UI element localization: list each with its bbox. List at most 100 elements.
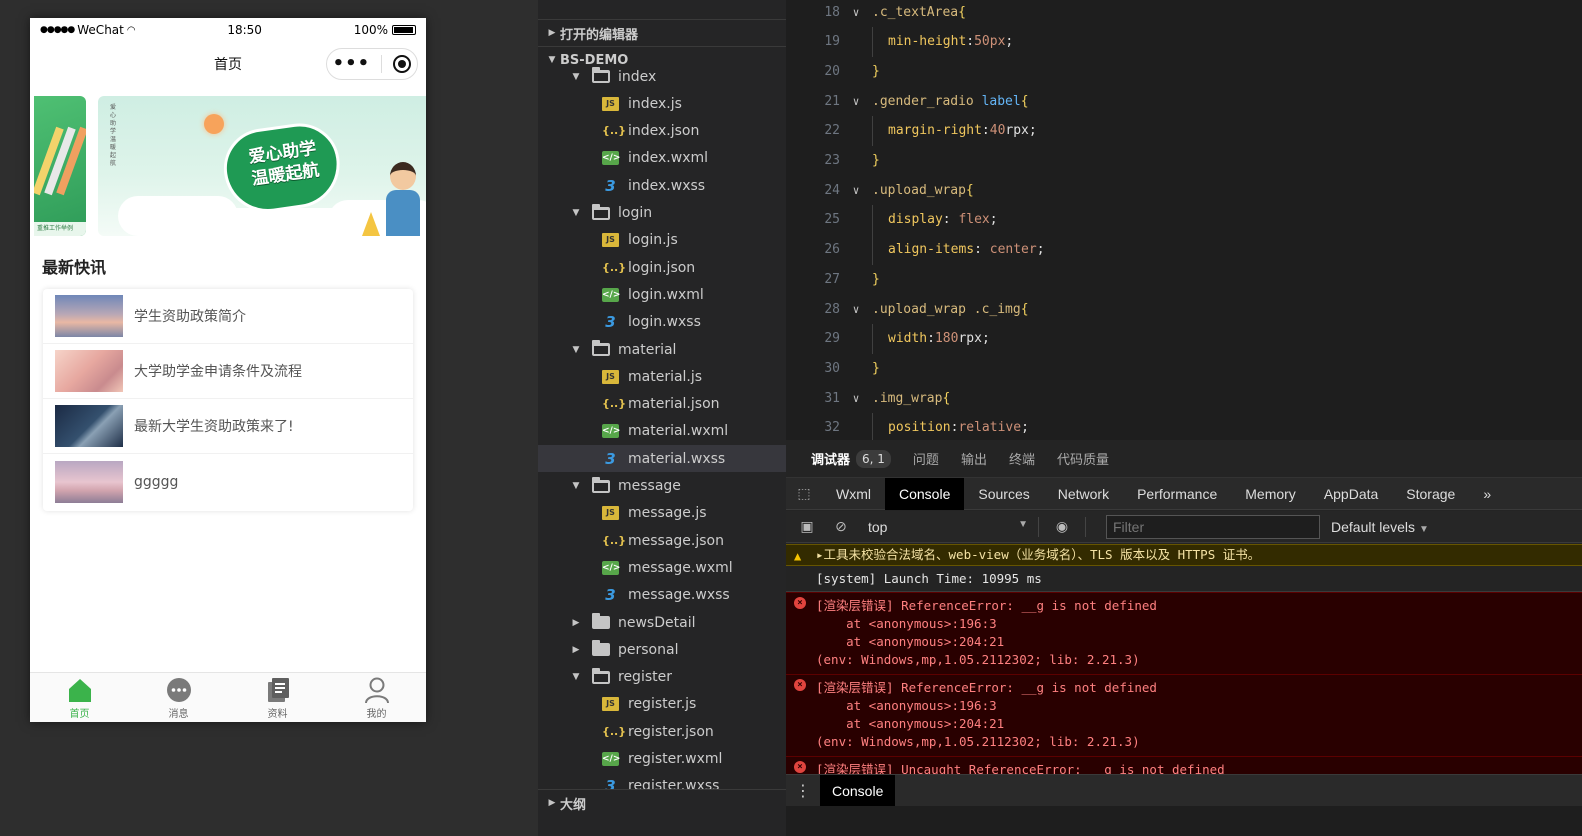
devtools-tab-storage[interactable]: Storage bbox=[1392, 478, 1469, 510]
tab-home[interactable]: 首页 bbox=[30, 673, 129, 722]
code-token: ; bbox=[1028, 123, 1037, 139]
file-item[interactable]: {..} message.json bbox=[538, 527, 786, 554]
folder-item[interactable]: ▼ register bbox=[538, 664, 786, 691]
file-item[interactable]: </> register.wxml bbox=[538, 746, 786, 773]
panel-tab[interactable]: 代码质量 bbox=[1057, 449, 1109, 468]
fold-chevron-icon[interactable]: ∨ bbox=[840, 6, 872, 19]
panel-tab-label: 输出 bbox=[960, 453, 987, 468]
json-file-icon: {..} bbox=[602, 533, 627, 547]
code-line[interactable]: 26 align-items: center; bbox=[786, 234, 1582, 265]
file-item[interactable]: {..} register.json bbox=[538, 718, 786, 745]
fold-chevron-icon[interactable]: ∨ bbox=[840, 184, 872, 197]
devtools-tab-sources[interactable]: Sources bbox=[964, 478, 1043, 510]
more-menu-button[interactable]: ••• bbox=[333, 55, 371, 73]
file-item[interactable]: JS index.js bbox=[538, 90, 786, 117]
eye-icon[interactable]: ◉ bbox=[1049, 518, 1075, 535]
inspect-element-icon[interactable]: ⬚ bbox=[786, 478, 822, 510]
folder-item[interactable]: ▶ newsDetail bbox=[538, 609, 786, 636]
more-options-icon[interactable]: ⋮ bbox=[786, 781, 820, 800]
context-selector[interactable]: top ▼ bbox=[868, 519, 1028, 535]
file-item[interactable]: </> material.wxml bbox=[538, 418, 786, 445]
code-line[interactable]: 23} bbox=[786, 146, 1582, 176]
tab-material[interactable]: 资料 bbox=[228, 673, 327, 722]
code-line[interactable]: 31 ∨ .img_wrap{ bbox=[786, 383, 1582, 413]
file-item[interactable]: 3 message.wxss bbox=[538, 582, 786, 609]
devtools-tab-network[interactable]: Network bbox=[1044, 478, 1123, 510]
log-levels-dropdown[interactable]: Default levels ▼ bbox=[1331, 519, 1429, 535]
code-line[interactable]: 21 ∨ .gender_radio label{ bbox=[786, 86, 1582, 116]
file-item[interactable]: 3 login.wxss bbox=[538, 309, 786, 336]
file-item[interactable]: </> login.wxml bbox=[538, 281, 786, 308]
panel-tab-label: 终端 bbox=[1008, 453, 1035, 468]
code-line[interactable]: 32 position: relative; bbox=[786, 412, 1582, 440]
news-item[interactable]: ggggg bbox=[43, 454, 413, 509]
indent-guide bbox=[872, 234, 888, 265]
fold-chevron-icon[interactable]: ∨ bbox=[840, 95, 872, 108]
fold-chevron-icon[interactable]: ∨ bbox=[840, 303, 872, 316]
news-item[interactable]: 大学助学金申请条件及流程 bbox=[43, 344, 413, 399]
banner-slide-previous[interactable]: 重推工作举例 bbox=[34, 96, 86, 236]
file-item[interactable]: 3 material.wxss bbox=[538, 445, 786, 473]
code-line[interactable]: 19 min-height:50 px; bbox=[786, 26, 1582, 57]
code-line[interactable]: 30} bbox=[786, 353, 1582, 383]
clear-console-icon[interactable]: ⊘ bbox=[828, 518, 854, 535]
news-item[interactable]: 最新大学生资助政策来了! bbox=[43, 399, 413, 454]
battery-icon bbox=[392, 25, 416, 35]
file-item[interactable]: {..} index.json bbox=[538, 118, 786, 145]
file-item[interactable]: </> message.wxml bbox=[538, 554, 786, 581]
news-item[interactable]: 学生资助政策简介 bbox=[43, 289, 413, 344]
banner-slide-current[interactable]: 爱心助学温暖起航 爱心助学 温暖起航 bbox=[98, 96, 426, 236]
folder-item[interactable]: ▼ login bbox=[538, 200, 786, 227]
file-item[interactable]: {..} login.json bbox=[538, 254, 786, 281]
panel-tab[interactable]: 调试器 6, 1 bbox=[811, 449, 891, 468]
tab-message[interactable]: 消息 bbox=[129, 673, 228, 722]
file-item[interactable]: JS login.js bbox=[538, 227, 786, 254]
code-editor[interactable]: 18 ∨ .c_textArea{19 min-height:50 px; 20} 21 ∨.… bbox=[786, 0, 1582, 440]
file-item[interactable]: </> index.wxml bbox=[538, 145, 786, 172]
panel-tab[interactable]: 终端 bbox=[1009, 449, 1035, 468]
panel-tab[interactable]: 问题 bbox=[913, 449, 939, 468]
js-file-icon: JS bbox=[602, 697, 619, 712]
devtools-tab-wxml[interactable]: Wxml bbox=[822, 478, 885, 510]
drawer-tab-console[interactable]: Console bbox=[820, 774, 896, 807]
code-line[interactable]: 18 ∨ .c_textArea{ bbox=[786, 0, 1582, 27]
phone-screen: ●●●●● WeChat ◠ 18:50 100% 首页 ••• 重推工作举例 … bbox=[30, 18, 426, 722]
news-list: 学生资助政策简介 大学助学金申请条件及流程 最新大学生资助政策来了! ggggg bbox=[43, 289, 413, 511]
file-item[interactable]: JS register.js bbox=[538, 691, 786, 718]
code-line[interactable]: 20} bbox=[786, 56, 1582, 86]
pencil-illustration bbox=[362, 212, 380, 236]
fold-chevron-icon[interactable]: ∨ bbox=[840, 392, 872, 405]
outline-section[interactable]: ▶ 大纲 bbox=[538, 789, 786, 816]
folder-item[interactable]: ▼ index bbox=[538, 63, 786, 90]
devtools-tab-console[interactable]: Console bbox=[885, 477, 965, 510]
tab-mine[interactable]: 我的 bbox=[327, 673, 426, 722]
panel-tab[interactable]: 输出 bbox=[961, 449, 987, 468]
code-line[interactable]: 25 display: flex; bbox=[786, 204, 1582, 235]
code-line[interactable]: 28 ∨ .upload_wrap .c_img{ bbox=[786, 294, 1582, 324]
filter-input[interactable] bbox=[1106, 514, 1320, 539]
more-tabs-button[interactable]: » bbox=[1469, 478, 1505, 510]
open-editors-section[interactable]: ▶ 打开的编辑器 bbox=[538, 19, 786, 46]
file-item[interactable]: 3 index.wxss bbox=[538, 172, 786, 199]
context-value: top bbox=[868, 518, 888, 535]
file-item[interactable]: {..} material.json bbox=[538, 391, 786, 418]
devtools-tab-memory[interactable]: Memory bbox=[1231, 478, 1310, 510]
folder-item[interactable]: ▼ message bbox=[538, 473, 786, 500]
sidebar-toggle-icon[interactable]: ▣ bbox=[794, 518, 820, 535]
code-line[interactable]: 24 ∨ .upload_wrap{ bbox=[786, 175, 1582, 205]
folder-item[interactable]: ▶ personal bbox=[538, 636, 786, 663]
file-item[interactable]: JS message.js bbox=[538, 500, 786, 527]
file-item[interactable]: JS material.js bbox=[538, 363, 786, 390]
folder-item[interactable]: ▼ material bbox=[538, 336, 786, 363]
code-line[interactable]: 22 margin-right:40 rpx; bbox=[786, 115, 1582, 146]
code-token: width bbox=[888, 331, 928, 347]
close-miniprogram-button[interactable] bbox=[393, 55, 412, 73]
console-output[interactable]: ▲ ▸工具未校验合法域名、web-view（业务域名）、TLS 版本以及 HTTP… bbox=[786, 544, 1582, 784]
devtools-tab-performance[interactable]: Performance bbox=[1123, 478, 1231, 510]
banner-swiper[interactable]: 重推工作举例 爱心助学温暖起航 爱心助学 温暖起航 bbox=[30, 96, 426, 236]
code-line[interactable]: 27} bbox=[786, 264, 1582, 294]
code-line[interactable]: 29 width:180 rpx; bbox=[786, 323, 1582, 354]
devtools-tab-appdata[interactable]: AppData bbox=[1310, 478, 1392, 510]
line-number: 22 bbox=[824, 123, 840, 139]
news-thumbnail bbox=[55, 405, 123, 447]
